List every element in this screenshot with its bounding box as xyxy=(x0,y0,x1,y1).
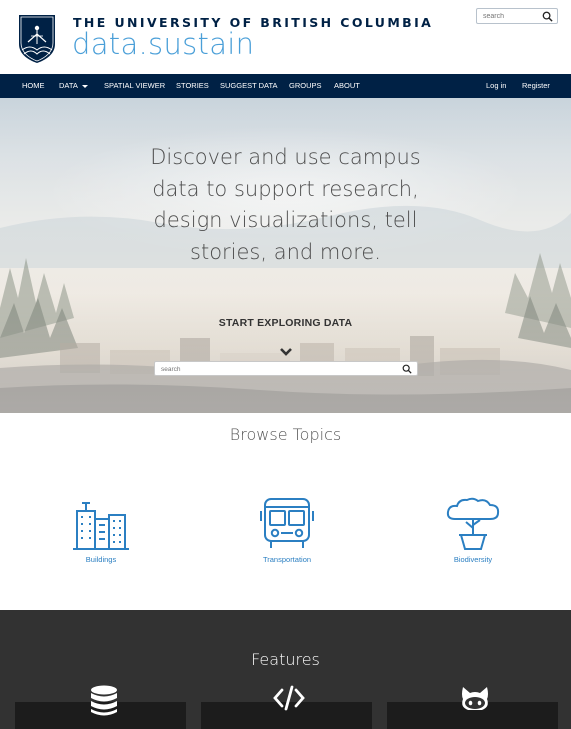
browse-topics-heading: Browse Topics xyxy=(229,425,342,444)
nav-data-dropdown[interactable]: DATA xyxy=(59,74,88,98)
hero-line: Discover and use campus xyxy=(150,145,421,169)
login-label: Log in xyxy=(486,81,507,90)
code-icon xyxy=(273,685,305,711)
hero-line: stories, and more. xyxy=(190,239,381,264)
main-nav: HOME DATA SPATIAL VIEWER STORIES SUGGEST… xyxy=(0,74,571,98)
topic-transportation[interactable]: Transportation xyxy=(227,497,347,567)
chevron-down-icon[interactable] xyxy=(279,347,293,357)
features-section: Features xyxy=(0,610,571,729)
topic-buildings[interactable]: Buildings xyxy=(41,497,161,567)
search-icon[interactable] xyxy=(542,11,553,22)
hero-line: data to support research, xyxy=(152,176,419,201)
hero-line: design visualizations, tell xyxy=(153,208,418,232)
hero-search-input[interactable] xyxy=(161,363,391,375)
topic-buildings-label: Buildings xyxy=(85,555,117,564)
hero-tagline: Discover and use campus data to support … xyxy=(120,142,451,268)
hero-search-box[interactable] xyxy=(154,361,418,376)
nav-spatial-viewer[interactable]: SPATIAL VIEWER xyxy=(104,74,165,98)
nav-spatial-viewer-label: SPATIAL VIEWER xyxy=(104,81,166,90)
nav-about[interactable]: ABOUT xyxy=(334,74,360,98)
nav-home[interactable]: HOME xyxy=(22,74,45,98)
nav-data-label: DATA xyxy=(59,81,78,90)
hero-banner: Discover and use campus data to support … xyxy=(0,98,571,413)
nav-stories-label: STORIES xyxy=(176,81,209,90)
start-exploring-heading: START EXPLORING DATA xyxy=(218,317,353,329)
ubc-logo-icon[interactable] xyxy=(18,14,56,64)
features-heading: Features xyxy=(251,650,320,669)
nav-suggest-data[interactable]: SUGGEST DATA xyxy=(220,74,278,98)
buildings-icon xyxy=(73,502,129,550)
site-header: THE UNIVERSITY OF BRITISH COLUMBIA data.… xyxy=(0,0,571,74)
topic-biodiversity[interactable]: Biodiversity xyxy=(413,497,533,567)
caret-down-icon xyxy=(81,84,88,88)
bus-icon xyxy=(260,498,314,548)
nav-groups[interactable]: GROUPS xyxy=(289,74,322,98)
nav-about-label: ABOUT xyxy=(334,81,360,90)
topic-transportation-label: Transportation xyxy=(262,555,312,564)
github-icon xyxy=(462,687,488,710)
header-search-input[interactable] xyxy=(483,10,539,22)
register-link[interactable]: Register xyxy=(522,74,550,98)
nav-stories[interactable]: STORIES xyxy=(176,74,209,98)
tree-icon xyxy=(446,497,500,550)
site-name[interactable]: data.sustain xyxy=(72,27,254,61)
nav-groups-label: GROUPS xyxy=(289,81,322,90)
search-icon[interactable] xyxy=(402,364,412,374)
topic-biodiversity-label: Biodiversity xyxy=(453,555,493,564)
register-label: Register xyxy=(522,81,550,90)
nav-home-label: HOME xyxy=(22,81,45,90)
login-link[interactable]: Log in xyxy=(486,74,506,98)
nav-suggest-data-label: SUGGEST DATA xyxy=(220,81,278,90)
database-icon xyxy=(91,685,117,716)
header-search-box[interactable] xyxy=(476,8,558,24)
